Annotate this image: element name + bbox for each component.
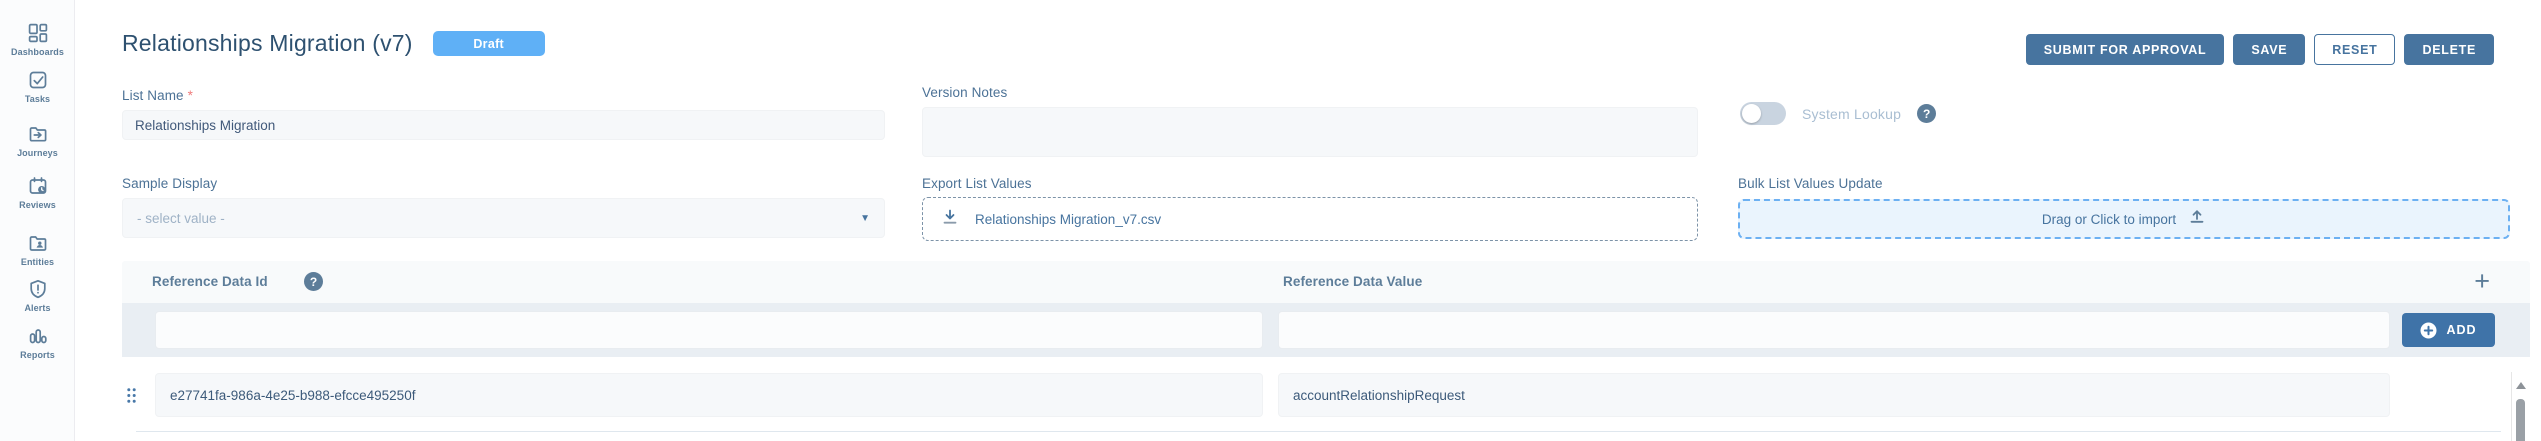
- filter-input-reference-data-value[interactable]: [1278, 311, 2390, 349]
- save-button[interactable]: SAVE: [2233, 34, 2305, 65]
- table-row: e27741fa-986a-4e25-b988-efcce495250f acc…: [122, 373, 2530, 417]
- table-rows-area: e27741fa-986a-4e25-b988-efcce495250f acc…: [122, 357, 2530, 441]
- table-header: Reference Data Id ? Reference Data Value…: [122, 261, 2530, 303]
- reference-data-id-help-icon[interactable]: ?: [304, 272, 323, 291]
- export-file-name: Relationships Migration_v7.csv: [975, 212, 1161, 227]
- toggle-knob: [1742, 104, 1761, 123]
- required-asterisk: *: [188, 88, 193, 103]
- row-reference-data-value-input[interactable]: accountRelationshipRequest: [1278, 373, 2390, 417]
- reset-button[interactable]: RESET: [2314, 34, 2395, 65]
- upload-icon: [2188, 208, 2206, 231]
- scrollbar-up-arrow[interactable]: [2516, 382, 2526, 389]
- sidebar-item-label: Dashboards: [0, 47, 75, 57]
- sidebar-item-tasks[interactable]: Tasks: [0, 70, 75, 104]
- sidebar-item-label: Reviews: [0, 200, 75, 210]
- sidebar-item-label: Alerts: [0, 303, 75, 313]
- sidebar-item-label: Journeys: [0, 148, 75, 158]
- action-buttons: SUBMIT FOR APPROVAL SAVE RESET DELETE: [2026, 34, 2494, 65]
- drag-handle-icon[interactable]: [126, 387, 137, 409]
- reviews-icon: [0, 176, 75, 196]
- dashboards-icon: [0, 23, 75, 43]
- list-name-label: List Name *: [122, 88, 885, 103]
- export-list-values-label: Export List Values: [922, 176, 1698, 191]
- reports-icon: [0, 326, 75, 346]
- import-dropzone[interactable]: Drag or Click to import: [1738, 199, 2510, 239]
- entities-icon: [0, 233, 75, 253]
- bulk-update-label: Bulk List Values Update: [1738, 176, 2510, 191]
- system-lookup-group: System Lookup ?: [1740, 102, 1936, 125]
- sidebar-item-journeys[interactable]: Journeys: [0, 124, 75, 158]
- system-lookup-help-icon[interactable]: ?: [1917, 104, 1936, 123]
- sample-display-select[interactable]: - select value - ▼: [122, 198, 885, 238]
- app-screen: Dashboards Tasks Journeys: [0, 0, 2541, 441]
- column-header-reference-data-value: Reference Data Value: [1283, 274, 1422, 289]
- sidebar-item-alerts[interactable]: Alerts: [0, 279, 75, 313]
- sample-display-field: Sample Display - select value - ▼: [122, 176, 885, 238]
- vertical-scrollbar[interactable]: [2511, 372, 2528, 441]
- sidebar-item-label: Reports: [0, 350, 75, 360]
- list-name-input[interactable]: Relationships Migration: [122, 110, 885, 140]
- sidebar-item-dashboards[interactable]: Dashboards: [0, 23, 75, 57]
- system-lookup-label: System Lookup: [1802, 106, 1901, 122]
- sidebar-item-reviews[interactable]: Reviews: [0, 176, 75, 210]
- version-notes-field: Version Notes: [922, 85, 1698, 157]
- delete-button[interactable]: DELETE: [2404, 34, 2494, 65]
- status-badge: Draft: [433, 31, 545, 56]
- dropzone-text: Drag or Click to import: [2042, 212, 2176, 227]
- list-name-field: List Name * Relationships Migration: [122, 88, 885, 140]
- table-filter-row: ADD: [122, 303, 2530, 357]
- select-placeholder: - select value -: [137, 211, 225, 226]
- version-notes-label: Version Notes: [922, 85, 1698, 100]
- export-list-values-field: Export List Values Relationships Migrati…: [922, 176, 1698, 241]
- alerts-icon: [0, 279, 75, 299]
- system-lookup-toggle[interactable]: [1740, 102, 1786, 125]
- tasks-icon: [0, 70, 75, 90]
- row-divider: [136, 431, 2501, 432]
- column-header-reference-data-id: Reference Data Id: [152, 274, 268, 289]
- add-button-label: ADD: [2446, 323, 2476, 337]
- journeys-icon: [0, 124, 75, 144]
- chevron-down-icon: ▼: [860, 213, 870, 224]
- scrollbar-thumb[interactable]: [2516, 399, 2525, 441]
- download-icon: [941, 208, 959, 231]
- sidebar: Dashboards Tasks Journeys: [0, 0, 75, 441]
- add-button[interactable]: ADD: [2402, 313, 2495, 347]
- header: Relationships Migration (v7) Draft: [122, 30, 545, 57]
- page-title: Relationships Migration (v7): [122, 30, 413, 57]
- sidebar-item-reports[interactable]: Reports: [0, 326, 75, 360]
- filter-input-reference-data-id[interactable]: [155, 311, 1263, 349]
- sidebar-item-entities[interactable]: Entities: [0, 233, 75, 267]
- submit-for-approval-button[interactable]: SUBMIT FOR APPROVAL: [2026, 34, 2225, 65]
- sample-display-label: Sample Display: [122, 176, 885, 191]
- bulk-update-field: Bulk List Values Update Drag or Click to…: [1738, 176, 2510, 239]
- row-reference-data-id-input[interactable]: e27741fa-986a-4e25-b988-efcce495250f: [155, 373, 1263, 417]
- sidebar-item-label: Entities: [0, 257, 75, 267]
- version-notes-textarea[interactable]: [922, 107, 1698, 157]
- export-download-button[interactable]: Relationships Migration_v7.csv: [922, 197, 1698, 241]
- list-name-label-text: List Name: [122, 88, 184, 103]
- reference-data-table: Reference Data Id ? Reference Data Value…: [122, 261, 2530, 441]
- sidebar-item-label: Tasks: [0, 94, 75, 104]
- add-row-plus-icon[interactable]: +: [2474, 265, 2490, 297]
- plus-circle-icon: [2420, 322, 2437, 339]
